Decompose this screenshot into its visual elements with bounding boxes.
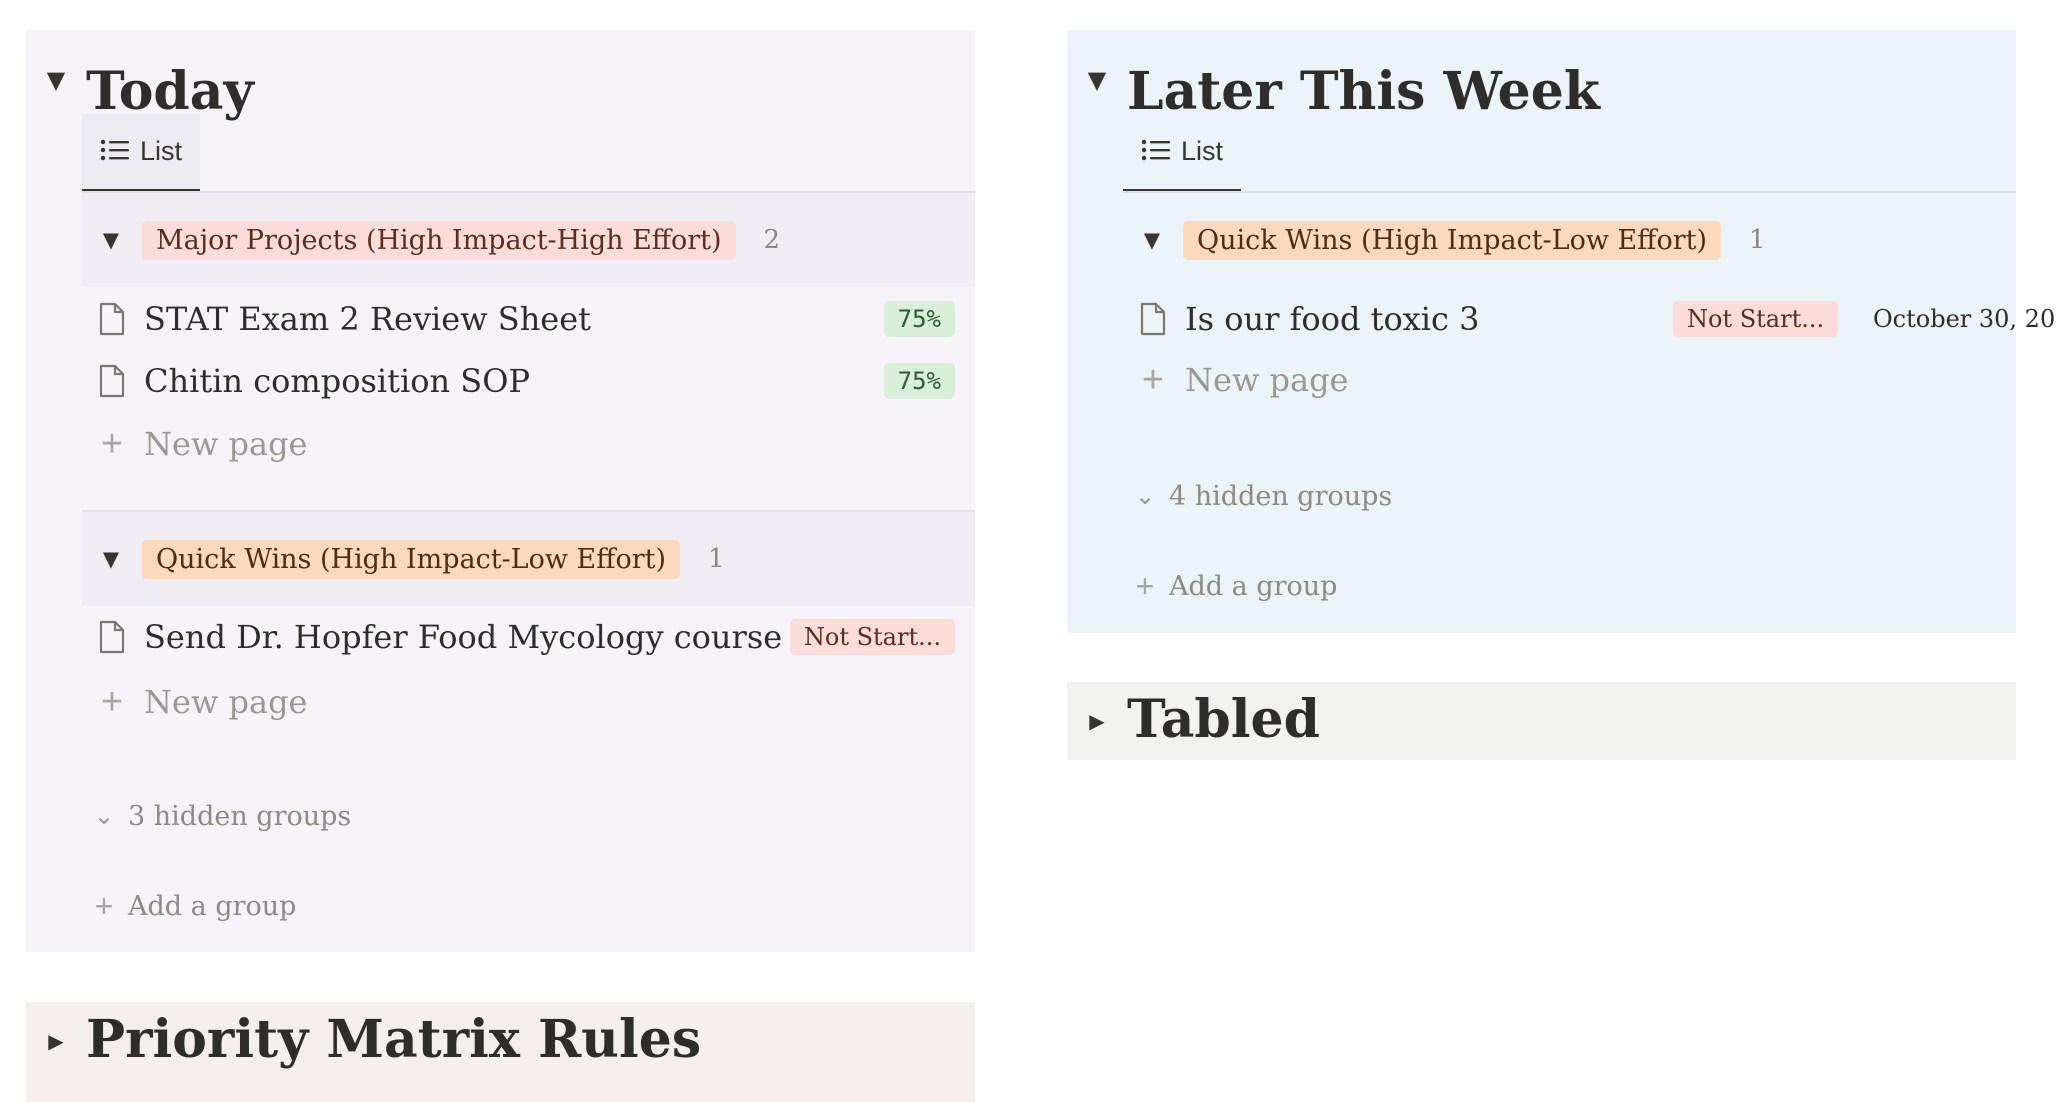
plus-icon: + bbox=[1135, 567, 1155, 604]
new-page-button[interactable]: + New page bbox=[82, 414, 308, 474]
page-title: Chitin composition SOP bbox=[144, 362, 530, 400]
group-tag[interactable]: Quick Wins (High Impact-Low Effort) bbox=[142, 539, 680, 579]
list-item[interactable]: Chitin composition SOP 75% bbox=[82, 350, 975, 412]
group-collapse-toggle[interactable]: ▼ bbox=[96, 547, 126, 571]
group-header-quick-wins: ▼ Quick Wins (High Impact-Low Effort) 1 bbox=[82, 512, 975, 606]
new-page-label: New page bbox=[144, 683, 308, 721]
plus-icon: + bbox=[94, 887, 114, 924]
list-item[interactable]: Is our food toxic 3 Not Start... October… bbox=[1123, 288, 2056, 350]
progress-badge: 75% bbox=[883, 301, 955, 337]
add-group-label: Add a group bbox=[1169, 570, 1338, 602]
later-this-week-section: ▼ Later This Week List ▼ Quick Wins (Hig… bbox=[1067, 30, 2056, 633]
later-this-week-collapse-toggle[interactable]: ▼ bbox=[1083, 66, 1111, 94]
group-collapse-toggle[interactable]: ▼ bbox=[1137, 228, 1167, 252]
date-cell: October 30, 20... bbox=[1873, 305, 2056, 333]
priority-matrix-rules-section[interactable]: ▶ Priority Matrix Rules bbox=[26, 1002, 975, 1102]
page-title: Is our food toxic 3 bbox=[1185, 300, 1480, 338]
group-count: 1 bbox=[708, 544, 725, 574]
status-badge: Not Start... bbox=[1673, 301, 1839, 337]
group-header-quick-wins: ▼ Quick Wins (High Impact-Low Effort) 1 bbox=[1123, 193, 2016, 287]
hidden-groups-label: 3 hidden groups bbox=[128, 800, 352, 832]
group-tag[interactable]: Quick Wins (High Impact-Low Effort) bbox=[1183, 220, 1721, 260]
plus-icon: + bbox=[100, 681, 124, 723]
page-title: STAT Exam 2 Review Sheet bbox=[144, 300, 592, 338]
new-page-label: New page bbox=[1185, 361, 1349, 399]
tabled-section[interactable]: ▶ Tabled bbox=[1067, 682, 2016, 760]
add-group-button[interactable]: + Add a group bbox=[1131, 562, 1338, 610]
later-this-week-list-view-tab[interactable]: List bbox=[1123, 114, 1242, 192]
today-collapse-toggle[interactable]: ▼ bbox=[42, 66, 70, 94]
new-page-label: New page bbox=[144, 425, 308, 463]
chevron-down-icon: ⌄ bbox=[93, 802, 115, 830]
page-icon bbox=[96, 364, 128, 398]
list-icon bbox=[100, 138, 130, 166]
list-icon bbox=[1141, 138, 1171, 166]
page-icon bbox=[96, 302, 128, 336]
view-tab-label: List bbox=[1181, 136, 1224, 166]
new-page-button[interactable]: + New page bbox=[1123, 350, 1349, 410]
list-item[interactable]: Send Dr. Hopfer Food Mycology course nu.… bbox=[82, 606, 975, 668]
list-item[interactable]: STAT Exam 2 Review Sheet 75% bbox=[82, 288, 975, 350]
group-header-major-projects: ▼ Major Projects (High Impact-High Effor… bbox=[82, 193, 975, 287]
group-collapse-toggle[interactable]: ▼ bbox=[96, 228, 126, 252]
hidden-groups-toggle[interactable]: ⌄ 4 hidden groups bbox=[1131, 472, 1392, 520]
view-tab-label: List bbox=[140, 136, 183, 166]
page-icon bbox=[96, 620, 128, 654]
chevron-down-icon: ⌄ bbox=[1134, 482, 1156, 510]
group-count: 1 bbox=[1749, 225, 1766, 255]
add-group-button[interactable]: + Add a group bbox=[90, 882, 297, 930]
today-list-view-tab[interactable]: List bbox=[82, 114, 201, 192]
add-group-label: Add a group bbox=[128, 890, 297, 922]
status-badge: Not Start... bbox=[789, 619, 955, 655]
priority-matrix-rules-title: Priority Matrix Rules bbox=[86, 1009, 702, 1070]
page-title: Send Dr. Hopfer Food Mycology course nu.… bbox=[144, 618, 784, 656]
hidden-groups-label: 4 hidden groups bbox=[1169, 480, 1393, 512]
new-page-button[interactable]: + New page bbox=[82, 672, 308, 732]
tabled-title: Tabled bbox=[1127, 689, 1320, 750]
group-count: 2 bbox=[763, 225, 781, 255]
page-icon bbox=[1137, 302, 1169, 336]
group-tag[interactable]: Major Projects (High Impact-High Effort) bbox=[142, 220, 736, 260]
plus-icon: + bbox=[1141, 359, 1165, 401]
today-section: ▼ Today List ▼ Major Projects (High Impa… bbox=[26, 30, 975, 952]
plus-icon: + bbox=[100, 423, 124, 465]
progress-badge: 75% bbox=[883, 363, 955, 399]
priority-matrix-rules-expand-toggle[interactable]: ▶ bbox=[42, 1027, 70, 1055]
hidden-groups-toggle[interactable]: ⌄ 3 hidden groups bbox=[90, 792, 351, 840]
tabled-expand-toggle[interactable]: ▶ bbox=[1083, 707, 1111, 735]
